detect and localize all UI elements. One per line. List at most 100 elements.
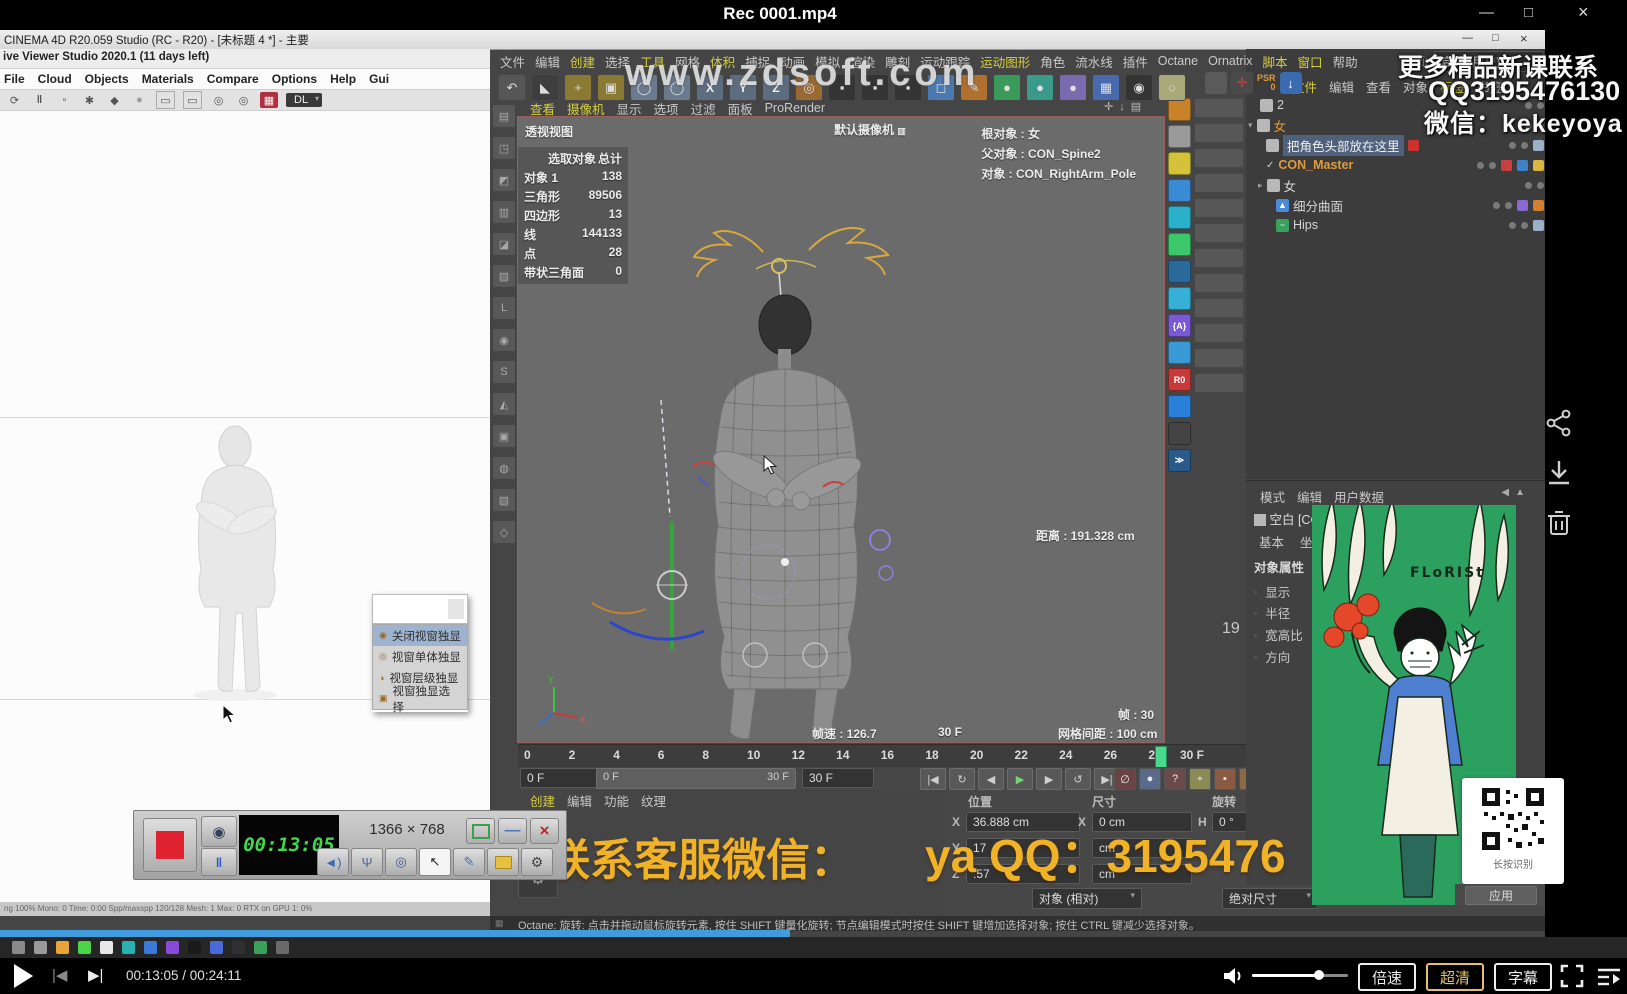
subpanel-button[interactable] bbox=[1194, 273, 1244, 293]
recorder-settings-button[interactable]: ⚙ bbox=[521, 848, 553, 876]
subpanel-button[interactable] bbox=[1194, 223, 1244, 243]
screenshot-button[interactable]: ◉ bbox=[201, 816, 237, 847]
popup-menu-item[interactable]: ▣ 视窗独显选择 bbox=[373, 688, 467, 709]
region-select-button[interactable] bbox=[466, 818, 495, 844]
mode-tool-icon[interactable]: ◩ bbox=[492, 168, 516, 192]
plugin-tool-icon[interactable] bbox=[1168, 287, 1191, 310]
plugin-tool-icon[interactable] bbox=[1168, 260, 1191, 283]
popup-menu-item[interactable]: ◉ 关闭视窗独显 bbox=[373, 625, 467, 646]
mode-tool-icon[interactable]: ◭ bbox=[492, 392, 516, 416]
visibility-dots[interactable] bbox=[1509, 140, 1544, 151]
plugin-tool-icon[interactable] bbox=[1168, 206, 1191, 229]
plugin-tool-icon[interactable]: R0 bbox=[1168, 368, 1191, 391]
c4d-menu-item[interactable]: 编辑 bbox=[535, 52, 560, 71]
key-question-icon[interactable]: ? bbox=[1164, 768, 1186, 790]
volume-knob[interactable] bbox=[1314, 970, 1324, 980]
live-menu-item[interactable]: Materials bbox=[142, 72, 194, 86]
plugin-tool-icon[interactable] bbox=[1168, 152, 1191, 175]
tree-row[interactable]: ▸ 女 bbox=[1248, 176, 1544, 194]
fullscreen-icon[interactable] bbox=[1560, 964, 1584, 988]
mode-tool-icon[interactable]: ◍ bbox=[492, 456, 516, 480]
tag-icon[interactable] bbox=[1501, 160, 1512, 171]
taskbar-app-icon[interactable] bbox=[12, 941, 25, 954]
c4d-menu-item[interactable]: 创建 bbox=[570, 52, 595, 71]
expand-icon[interactable]: ▾ bbox=[1248, 120, 1253, 131]
move-icon[interactable]: + bbox=[564, 74, 592, 101]
pick-white-icon[interactable]: ◎ bbox=[235, 92, 252, 108]
subpanel-button[interactable] bbox=[1194, 98, 1244, 118]
mode-tool-icon[interactable]: ▤ bbox=[492, 104, 516, 128]
subpanel-button[interactable] bbox=[1194, 123, 1244, 143]
frame-range-slider[interactable]: 0 F 30 F bbox=[596, 768, 796, 789]
plugin-tool-icon[interactable] bbox=[1168, 233, 1191, 256]
volume-icon[interactable] bbox=[1222, 966, 1244, 986]
c4d-minimize-icon[interactable]: — bbox=[1462, 32, 1473, 44]
viewport-menu-item[interactable]: 显示 bbox=[617, 99, 642, 118]
frame1-icon[interactable]: ▭ bbox=[156, 91, 175, 109]
tag-icon[interactable] bbox=[1533, 220, 1544, 231]
light-icon[interactable]: ○ bbox=[1158, 74, 1186, 101]
taskbar-app-icon[interactable] bbox=[122, 941, 135, 954]
subpanel-button[interactable] bbox=[1194, 323, 1244, 343]
lock-icon[interactable]: ◆ bbox=[106, 92, 123, 108]
render-badge-icon[interactable]: ▦ bbox=[260, 92, 278, 108]
subpanel-button[interactable] bbox=[1194, 298, 1244, 318]
generator-icon[interactable]: ● bbox=[993, 74, 1021, 101]
taskbar-app-icon[interactable] bbox=[276, 941, 289, 954]
size-mode-dropdown[interactable]: 绝对尺寸 ▾ bbox=[1222, 888, 1318, 909]
taskbar-app-icon[interactable] bbox=[166, 941, 179, 954]
plugin-tool-icon[interactable] bbox=[1168, 98, 1191, 121]
viewport-pane-icons[interactable]: ✛↓▤ bbox=[1104, 100, 1147, 113]
maximize-icon[interactable]: □ bbox=[1524, 4, 1533, 21]
mode-tool-icon[interactable]: ▨ bbox=[492, 264, 516, 288]
c4d-menu-item[interactable]: 流水线 bbox=[1075, 52, 1113, 71]
axis-lock-icon[interactable]: ✛ bbox=[1231, 72, 1253, 94]
tag-icon[interactable] bbox=[1533, 160, 1544, 171]
live-menu-item[interactable]: Cloud bbox=[38, 72, 72, 86]
loop-mode-button[interactable]: ↻ bbox=[949, 768, 975, 790]
om-menu-item[interactable]: 查看 bbox=[1366, 77, 1391, 96]
am-nav-icons[interactable]: ◀▲ bbox=[1501, 487, 1531, 498]
play-button[interactable]: ▶ bbox=[1007, 768, 1033, 790]
plugin-tool-icon[interactable] bbox=[1168, 395, 1191, 418]
mode-tool-icon[interactable]: ▥ bbox=[492, 200, 516, 224]
field-icon[interactable]: ● bbox=[1059, 74, 1087, 101]
record-key-icon[interactable]: ● bbox=[1139, 768, 1161, 790]
am-menu-item[interactable]: 用户数据 bbox=[1334, 487, 1384, 506]
c4d-menu-item[interactable]: 角色 bbox=[1040, 52, 1065, 71]
microphone-button[interactable]: Ψ bbox=[351, 848, 383, 876]
plugin-tool-icon[interactable] bbox=[1168, 179, 1191, 202]
viewport-menu-item[interactable]: ProRender bbox=[765, 101, 825, 115]
live-menu-item[interactable]: Options bbox=[272, 72, 317, 86]
plugin-tool-icon[interactable] bbox=[1168, 341, 1191, 364]
speed-button[interactable]: 倍速 bbox=[1358, 963, 1416, 991]
expand-icon[interactable]: ▸ bbox=[1248, 180, 1263, 191]
pause-render-icon[interactable]: ‖ bbox=[31, 92, 48, 108]
region-icon[interactable]: ▫ bbox=[56, 92, 73, 108]
camera-icon[interactable]: ◉ bbox=[1125, 74, 1153, 101]
speaker-button[interactable]: ◄) bbox=[317, 848, 349, 876]
popup-menu-item[interactable]: ◎ 视窗单体独显 bbox=[373, 646, 467, 667]
timeline-playhead[interactable] bbox=[1155, 746, 1167, 768]
c4d-menu-item[interactable]: 文件 bbox=[500, 52, 525, 71]
download-key-icon[interactable]: ↓ bbox=[1280, 72, 1302, 94]
play-mode-button[interactable]: ↺ bbox=[1065, 768, 1091, 790]
draw-pen-button[interactable]: ✎ bbox=[453, 848, 485, 876]
autokey-icon[interactable]: ∅ bbox=[1114, 768, 1136, 790]
taskbar-app-icon[interactable] bbox=[254, 941, 267, 954]
c4d-menu-item[interactable]: Octane bbox=[1158, 54, 1198, 68]
tag-icon[interactable] bbox=[1533, 200, 1544, 211]
am-menu-item[interactable]: 模式 bbox=[1260, 487, 1285, 506]
next-video-button[interactable]: ▶| bbox=[88, 966, 103, 984]
viewport-menu-item[interactable]: 摄像机 bbox=[567, 99, 605, 118]
c4d-menu-item[interactable]: 插件 bbox=[1123, 52, 1148, 71]
material-menu-item[interactable]: 创建 bbox=[530, 791, 555, 810]
taskbar-app-icon[interactable] bbox=[144, 941, 157, 954]
snap-icon[interactable] bbox=[1205, 72, 1227, 94]
visibility-dots[interactable] bbox=[1493, 200, 1544, 211]
minimize-icon[interactable]: — bbox=[1479, 4, 1494, 21]
subpanel-button[interactable] bbox=[1194, 248, 1244, 268]
goto-start-button[interactable]: |◀ bbox=[920, 768, 946, 790]
subpanel-button[interactable] bbox=[1194, 173, 1244, 193]
deformer-icon[interactable]: ● bbox=[1026, 74, 1054, 101]
